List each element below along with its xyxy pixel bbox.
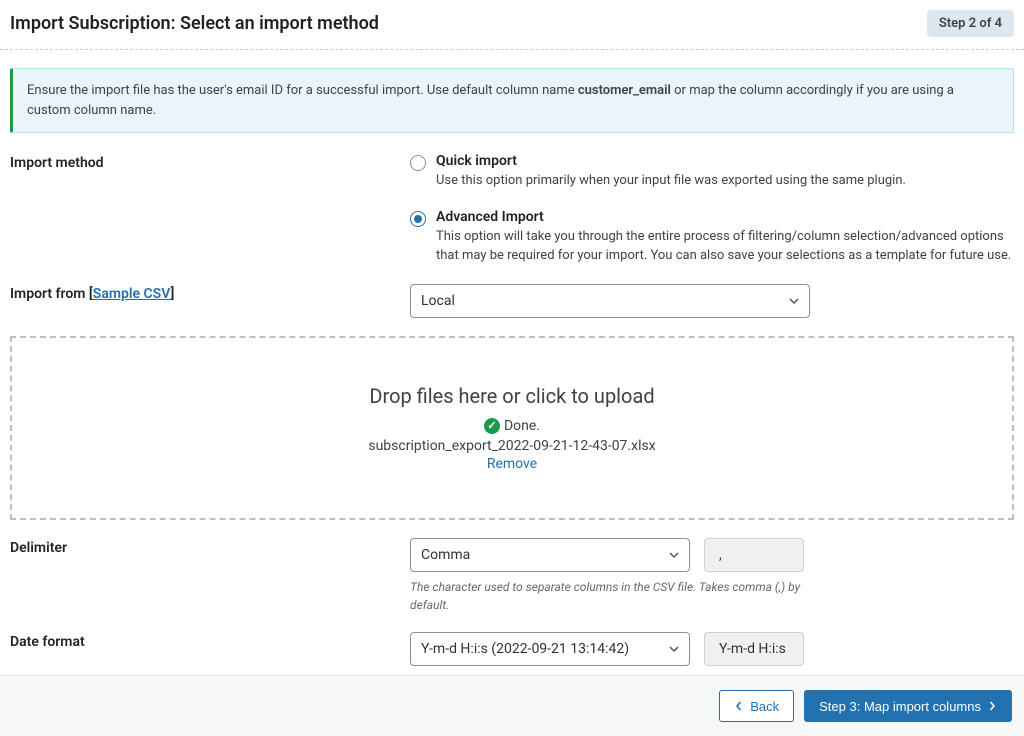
delimiter-char: , — [704, 538, 804, 572]
info-notice: Ensure the import file has the user's em… — [10, 68, 1014, 133]
delimiter-value: Comma — [410, 538, 690, 572]
radio-checked-icon — [410, 211, 426, 227]
delimiter-select[interactable]: Comma — [410, 538, 690, 572]
import-from-select[interactable]: Local — [410, 284, 810, 318]
notice-text-before: Ensure the import file has the user's em… — [27, 83, 578, 98]
radio-advanced-title: Advanced Import — [436, 209, 1014, 225]
date-format-value: Y-m-d H:i:s (2022-09-21 13:14:42) — [410, 632, 690, 666]
import-from-value: Local — [410, 284, 810, 318]
radio-advanced-import[interactable]: Advanced Import This option will take yo… — [410, 209, 1014, 266]
radio-unchecked-icon — [410, 155, 426, 171]
file-dropzone[interactable]: Drop files here or click to upload ✓ Don… — [10, 336, 1014, 520]
import-from-label: Import from [Sample CSV] — [10, 284, 410, 318]
divider — [0, 49, 1024, 50]
notice-bold: customer_email — [578, 83, 671, 98]
check-circle-icon: ✓ — [484, 418, 500, 434]
delimiter-label: Delimiter — [10, 538, 410, 614]
date-format-preview: Y-m-d H:i:s — [704, 632, 804, 666]
next-button[interactable]: Step 3: Map import columns — [804, 690, 1012, 722]
page-title: Import Subscription: Select an import me… — [10, 13, 379, 34]
radio-quick-import[interactable]: Quick import Use this option primarily w… — [410, 153, 1014, 191]
radio-quick-title: Quick import — [436, 153, 906, 169]
sample-csv-link[interactable]: Sample CSV — [93, 286, 171, 302]
uploaded-filename: subscription_export_2022-09-21-12-43-07.… — [22, 438, 1002, 454]
dropzone-done: ✓ Done. — [484, 418, 540, 434]
chevron-left-icon — [734, 701, 744, 711]
date-format-select[interactable]: Y-m-d H:i:s (2022-09-21 13:14:42) — [410, 632, 690, 666]
delimiter-help: The character used to separate columns i… — [410, 578, 810, 614]
back-button[interactable]: Back — [719, 690, 794, 722]
remove-file-link[interactable]: Remove — [22, 456, 1002, 472]
footer-bar: Back Step 3: Map import columns — [0, 675, 1024, 736]
radio-quick-desc: Use this option primarily when your inpu… — [436, 171, 906, 191]
dropzone-title: Drop files here or click to upload — [22, 384, 1002, 408]
step-badge: Step 2 of 4 — [927, 10, 1014, 37]
radio-advanced-desc: This option will take you through the en… — [436, 227, 1014, 266]
chevron-right-icon — [987, 701, 997, 711]
import-method-label: Import method — [10, 153, 410, 266]
